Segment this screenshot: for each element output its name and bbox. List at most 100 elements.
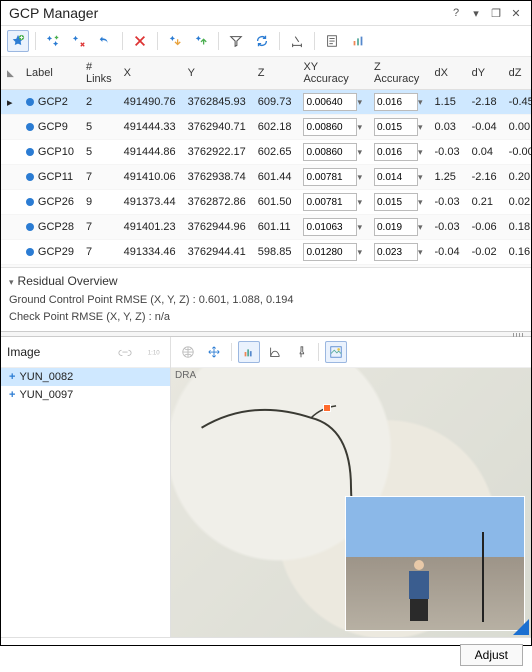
multi-add-button[interactable] — [42, 30, 64, 52]
image-list-item[interactable]: +YUN_0097 — [1, 386, 170, 404]
chevron-down-icon[interactable] — [357, 221, 362, 233]
chevron-down-icon[interactable] — [357, 171, 362, 183]
table-row[interactable]: GCP105491444.863762922.17602.65-0.030.04… — [1, 140, 531, 165]
chevron-down-icon[interactable] — [418, 121, 423, 133]
inset-person — [406, 560, 432, 620]
z-accuracy-input[interactable] — [374, 193, 418, 211]
toolbar-separator — [218, 32, 219, 50]
chart-button[interactable] — [347, 30, 369, 52]
cell-za — [368, 140, 429, 165]
cell-y: 3762944.41 — [182, 240, 252, 265]
z-accuracy-input[interactable] — [374, 168, 418, 186]
col-links[interactable]: # Links — [80, 57, 118, 90]
cell-xy — [297, 190, 368, 215]
col-x[interactable]: X — [118, 57, 182, 90]
chevron-down-icon[interactable] — [418, 96, 423, 108]
delete-button[interactable] — [129, 30, 151, 52]
image-link-button[interactable] — [114, 341, 136, 363]
xy-accuracy-input[interactable] — [303, 168, 357, 186]
chevron-down-icon[interactable] — [357, 146, 362, 158]
image-list[interactable]: +YUN_0082+YUN_0097 — [1, 368, 170, 637]
splitter[interactable] — [1, 331, 531, 337]
col-z-accuracy[interactable]: Z Accuracy — [368, 57, 429, 90]
chevron-down-icon[interactable] — [418, 246, 423, 258]
pan-icon — [207, 345, 221, 359]
col-xy-accuracy[interactable]: XY Accuracy — [297, 57, 368, 90]
cell-dx: -0.03 — [429, 215, 466, 240]
cell-xy — [297, 90, 368, 115]
table-row[interactable]: GCP297491334.463762944.41598.85-0.04-0.0… — [1, 240, 531, 265]
residual-toggle[interactable]: Residual Overview — [9, 274, 523, 292]
globe-button[interactable] — [177, 341, 199, 363]
table-row[interactable]: ▸GCP22491490.763762845.93609.731.15-2.18… — [1, 90, 531, 115]
status-dot-icon — [26, 198, 34, 206]
viewer-expand-corner[interactable] — [513, 619, 529, 635]
multi-delete-button[interactable] — [68, 30, 90, 52]
refresh-button[interactable] — [251, 30, 273, 52]
table-row[interactable]: GCP287491401.233762944.96601.11-0.03-0.0… — [1, 215, 531, 240]
xy-accuracy-input[interactable] — [303, 193, 357, 211]
col-label[interactable]: Label — [20, 57, 80, 90]
report-button[interactable] — [321, 30, 343, 52]
gcp-marker[interactable] — [323, 404, 331, 412]
histogram-button[interactable] — [238, 341, 260, 363]
table-row[interactable]: GCP269491373.443762872.86601.50-0.030.21… — [1, 190, 531, 215]
col-z[interactable]: Z — [252, 57, 298, 90]
chevron-down-icon[interactable] — [357, 246, 362, 258]
cell-dx: 1.15 — [429, 90, 466, 115]
cell-dx: 0.03 — [429, 115, 466, 140]
xy-accuracy-input[interactable] — [303, 143, 357, 161]
cell-x: 491334.46 — [118, 240, 182, 265]
chevron-down-icon[interactable] — [357, 121, 362, 133]
inset-photo — [345, 496, 525, 631]
chevron-down-icon[interactable] — [357, 196, 362, 208]
corner-header[interactable] — [1, 57, 20, 90]
chevron-down-icon[interactable] — [418, 171, 423, 183]
measure-button[interactable] — [286, 30, 308, 52]
z-accuracy-input[interactable] — [374, 218, 418, 236]
table-row[interactable]: GCP95491444.333762940.71602.180.03-0.040… — [1, 115, 531, 140]
xy-accuracy-input[interactable] — [303, 243, 357, 261]
image-scale-button[interactable]: 1:10 — [142, 341, 164, 363]
z-accuracy-input[interactable] — [374, 118, 418, 136]
chevron-down-icon[interactable] — [418, 196, 423, 208]
col-dx[interactable]: dX — [429, 57, 466, 90]
xy-accuracy-input[interactable] — [303, 218, 357, 236]
add-pin-icon — [11, 34, 25, 48]
close-button[interactable]: ✕ — [509, 6, 523, 20]
restore-button[interactable]: ❐ — [489, 6, 503, 20]
raster-button[interactable] — [325, 341, 347, 363]
add-gcp-button[interactable] — [7, 30, 29, 52]
viewer-canvas[interactable]: DRA — [171, 368, 531, 637]
pushpin-button[interactable] — [290, 341, 312, 363]
z-accuracy-input[interactable] — [374, 243, 418, 261]
z-accuracy-input[interactable] — [374, 93, 418, 111]
status-dot-icon — [26, 248, 34, 256]
chevron-down-icon[interactable] — [418, 221, 423, 233]
z-accuracy-input[interactable] — [374, 143, 418, 161]
xy-accuracy-input[interactable] — [303, 118, 357, 136]
col-dy[interactable]: dY — [466, 57, 503, 90]
histogram-icon — [242, 345, 256, 359]
cell-dy: -2.16 — [466, 165, 503, 190]
undo-button[interactable] — [94, 30, 116, 52]
pushpin-icon — [294, 345, 308, 359]
col-y[interactable]: Y — [182, 57, 252, 90]
adjust-button[interactable]: Adjust — [460, 644, 523, 666]
help-button[interactable]: ? — [449, 6, 463, 20]
dropdown-button[interactable]: ▾ — [469, 6, 483, 20]
export-button[interactable] — [190, 30, 212, 52]
table-row[interactable]: GCP117491410.063762938.74601.441.25-2.16… — [1, 165, 531, 190]
cell-dz: 0.20 — [503, 165, 531, 190]
filter-button[interactable] — [225, 30, 247, 52]
chevron-down-icon[interactable] — [418, 146, 423, 158]
title-bar: GCP Manager ? ▾ ❐ ✕ — [1, 1, 531, 26]
stretch-button[interactable] — [264, 341, 286, 363]
gcp-table-container[interactable]: Label # Links X Y Z XY Accuracy Z Accura… — [1, 57, 531, 267]
chevron-down-icon[interactable] — [357, 96, 362, 108]
xy-accuracy-input[interactable] — [303, 93, 357, 111]
import-button[interactable] — [164, 30, 186, 52]
pan-button[interactable] — [203, 341, 225, 363]
image-list-item[interactable]: +YUN_0082 — [1, 368, 170, 386]
col-dz[interactable]: dZ — [503, 57, 531, 90]
